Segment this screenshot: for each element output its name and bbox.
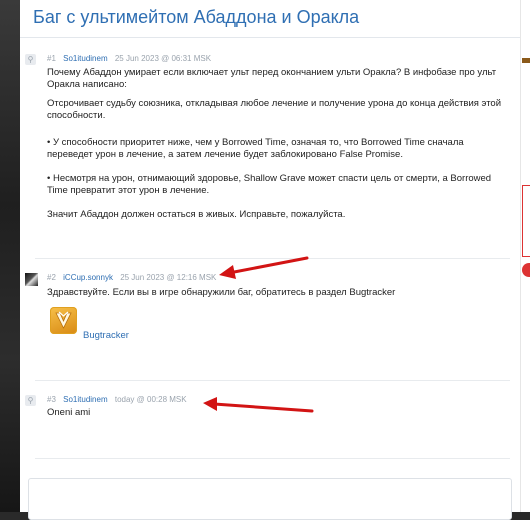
- post-meta: #2 iCCup.sonnyk 25 Jun 2023 @ 12:16 MSK: [47, 273, 221, 282]
- post-paragraph: Значит Абаддон должен остаться в живых. …: [47, 209, 346, 220]
- bugtracker-link[interactable]: Bugtracker: [83, 330, 129, 341]
- post-paragraph: Почему Абаддон умирает если включает уль…: [47, 67, 497, 90]
- post-number: #2: [47, 273, 56, 282]
- sidebar-icon: [522, 58, 530, 63]
- post-number: #3: [47, 395, 56, 404]
- annotation-arrow: [203, 397, 314, 413]
- post-paragraph: Отсрочивает судьбу союзника, откладывая …: [47, 98, 502, 121]
- bugtracker-logo-icon[interactable]: [50, 307, 77, 334]
- post-date: 25 Jun 2023 @ 06:31 MSK: [114, 54, 212, 63]
- post-number: #1: [47, 54, 56, 63]
- annotation-arrow: [219, 256, 309, 279]
- post-paragraph: Здравствуйте. Если вы в игре обнаружили …: [47, 287, 396, 298]
- post-paragraph: • Несмотря на урон, отнимающий здоровье,…: [47, 173, 492, 196]
- thread-title: Баг с ультимейтом Абаддона и Оракла: [33, 7, 360, 27]
- pin-icon: ⚲: [25, 54, 36, 65]
- post-meta: #1 So1itudinem 25 Jun 2023 @ 06:31 MSK: [47, 54, 216, 63]
- post-date: 25 Jun 2023 @ 12:16 MSK: [120, 273, 217, 282]
- post-divider: [35, 458, 510, 459]
- post-divider: [35, 380, 510, 381]
- post-meta: #3 So1itudinem today @ 00:28 MSK: [47, 395, 192, 404]
- background-left: [0, 0, 20, 512]
- sidebar-alert-box: [522, 185, 530, 257]
- post-paragraph: • У способности приоритет ниже, чем у Bo…: [47, 137, 464, 160]
- post-date: today @ 00:28 MSK: [114, 395, 187, 404]
- post-author-link[interactable]: So1itudinem: [63, 54, 107, 63]
- reply-input[interactable]: [28, 478, 512, 520]
- avatar[interactable]: [25, 273, 38, 286]
- post-author-link[interactable]: So1itudinem: [63, 395, 107, 404]
- pin-icon: ⚲: [25, 395, 36, 406]
- sidebar-badge: [522, 263, 530, 277]
- post-author-link[interactable]: iCCup.sonnyk: [63, 273, 113, 282]
- title-divider: [20, 37, 520, 38]
